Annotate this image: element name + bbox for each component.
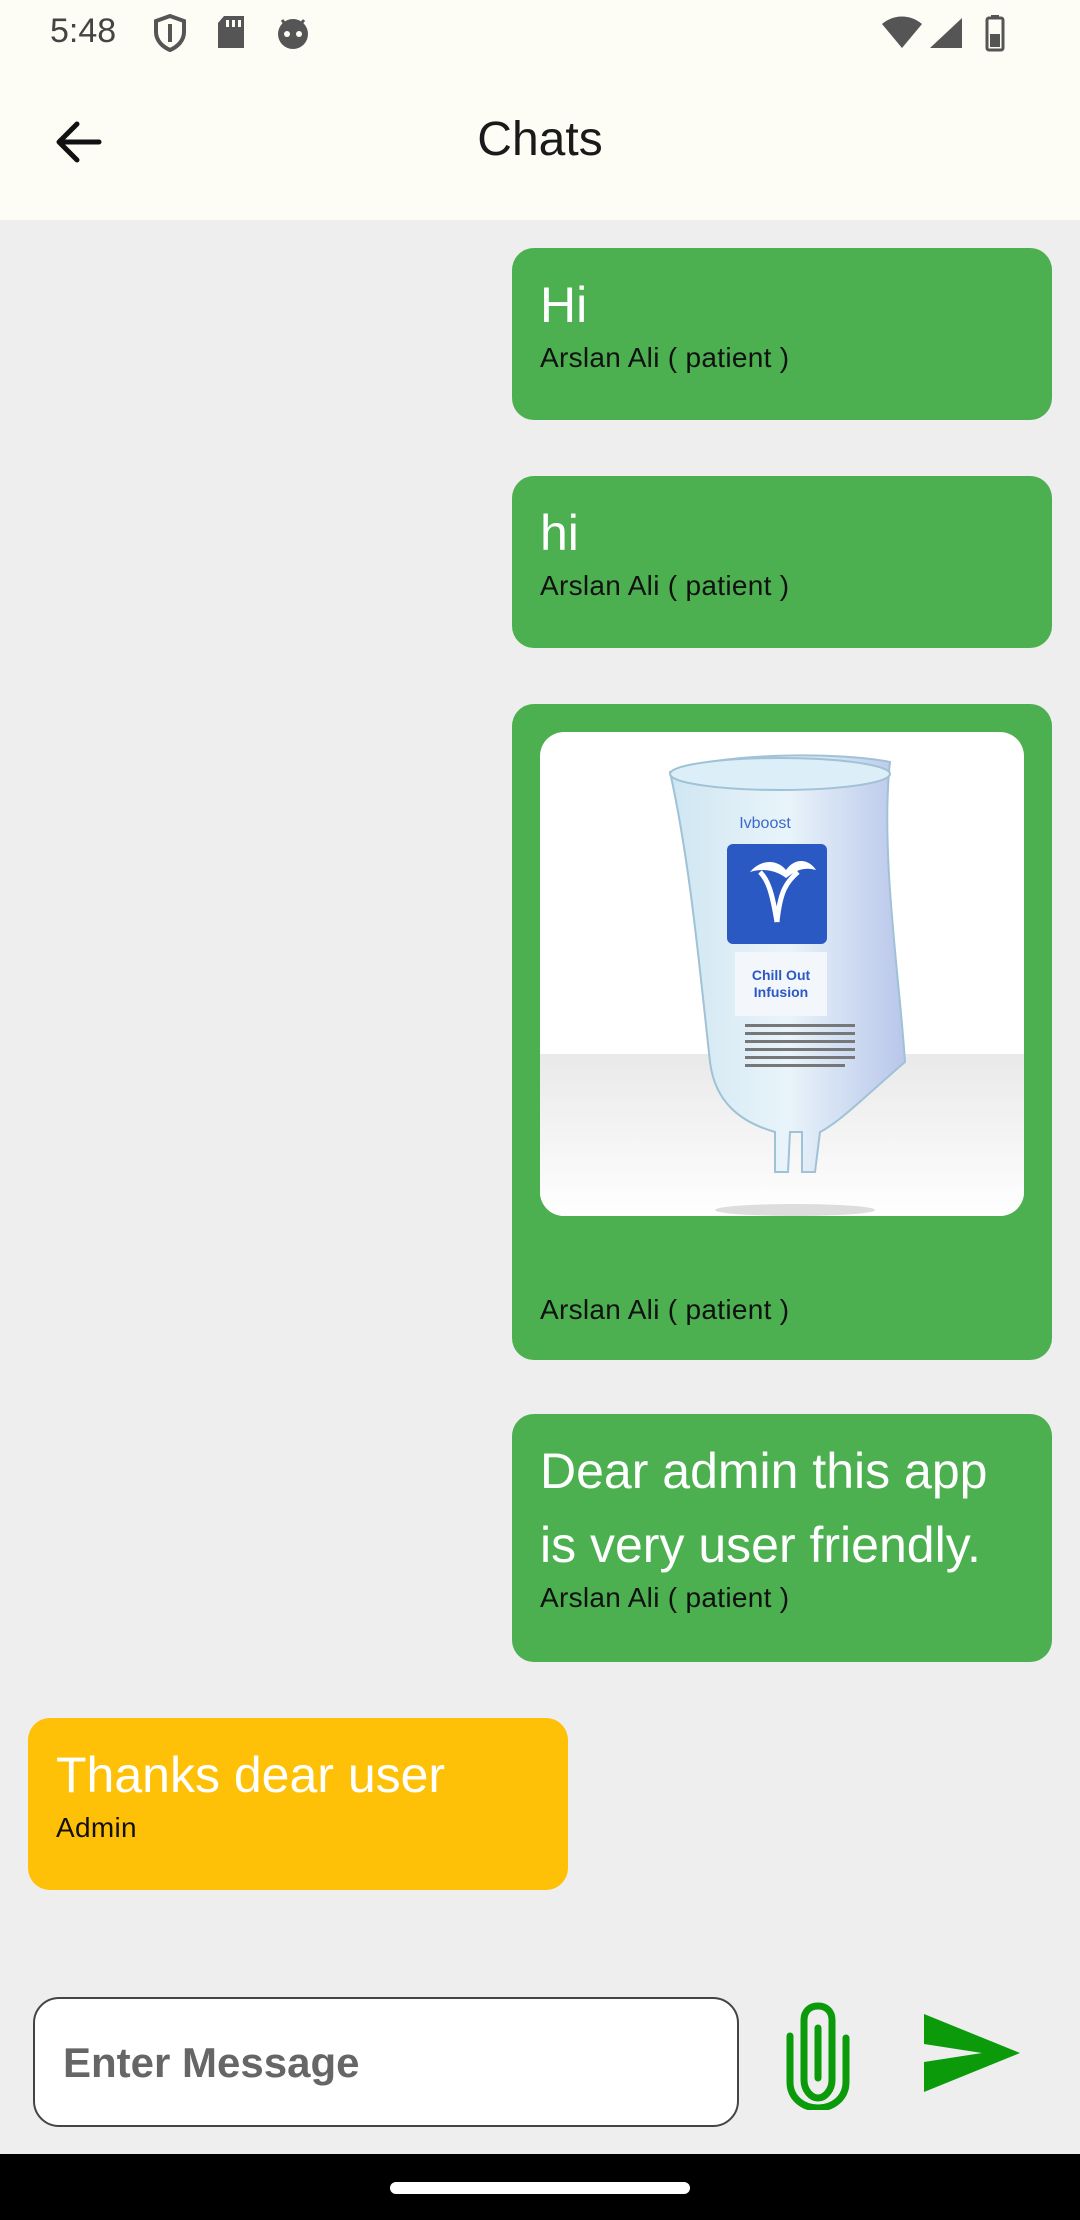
message-text: hi bbox=[540, 505, 579, 561]
message-text-line-2: is very user friendly. bbox=[540, 1517, 981, 1573]
status-time: 5:48 bbox=[50, 12, 117, 50]
app-bar: Chats bbox=[0, 66, 1080, 220]
attach-button[interactable] bbox=[784, 1998, 852, 2112]
home-gesture-handle[interactable] bbox=[390, 2182, 690, 2194]
image-message-bubble[interactable]: Chill Out Infusion Ivboost Arslan Ali ( … bbox=[512, 704, 1052, 1360]
message-sender: Arslan Ali ( patient ) bbox=[540, 342, 790, 373]
message-sender: Arslan Ali ( patient ) bbox=[540, 1582, 790, 1613]
message-bubble[interactable]: Dear admin this app is very user friendl… bbox=[512, 1414, 1052, 1662]
page-title: Chats bbox=[477, 113, 603, 166]
message-bubble[interactable]: Hi Arslan Ali ( patient ) bbox=[512, 248, 1052, 420]
message-sender: Arslan Ali ( patient ) bbox=[540, 570, 790, 601]
iv-bag-image: Chill Out Infusion Ivboost bbox=[540, 754, 1024, 1216]
battery-icon bbox=[985, 15, 1005, 52]
message-image[interactable]: Chill Out Infusion Ivboost bbox=[540, 732, 1024, 1216]
message-bubble[interactable]: hi Arslan Ali ( patient ) bbox=[512, 476, 1052, 648]
wifi-icon bbox=[882, 16, 922, 48]
android-face-icon bbox=[278, 19, 308, 49]
send-button[interactable] bbox=[920, 2010, 1024, 2096]
shield-icon bbox=[154, 14, 186, 52]
sd-card-icon bbox=[218, 16, 244, 48]
message-text-line-1: Dear admin this app bbox=[540, 1443, 988, 1499]
message-sender: Admin bbox=[56, 1812, 137, 1843]
signal-icon bbox=[930, 18, 962, 48]
image-caption-1: Chill Out bbox=[752, 967, 811, 983]
image-brand: Ivboost bbox=[739, 815, 791, 832]
message-input[interactable] bbox=[61, 1999, 715, 2126]
send-icon bbox=[924, 2014, 1020, 2092]
paperclip-icon bbox=[786, 2002, 850, 2112]
message-bubble[interactable]: Thanks dear user Admin bbox=[28, 1718, 568, 1890]
navigation-bar bbox=[0, 2154, 1080, 2220]
message-input-container[interactable] bbox=[33, 1997, 739, 2127]
message-sender: Arslan Ali ( patient ) bbox=[540, 1294, 790, 1325]
image-caption-2: Infusion bbox=[754, 984, 808, 1000]
message-text: Thanks dear user bbox=[56, 1747, 446, 1803]
message-text: Hi bbox=[540, 277, 588, 333]
status-bar: 5:48 bbox=[0, 0, 1080, 66]
